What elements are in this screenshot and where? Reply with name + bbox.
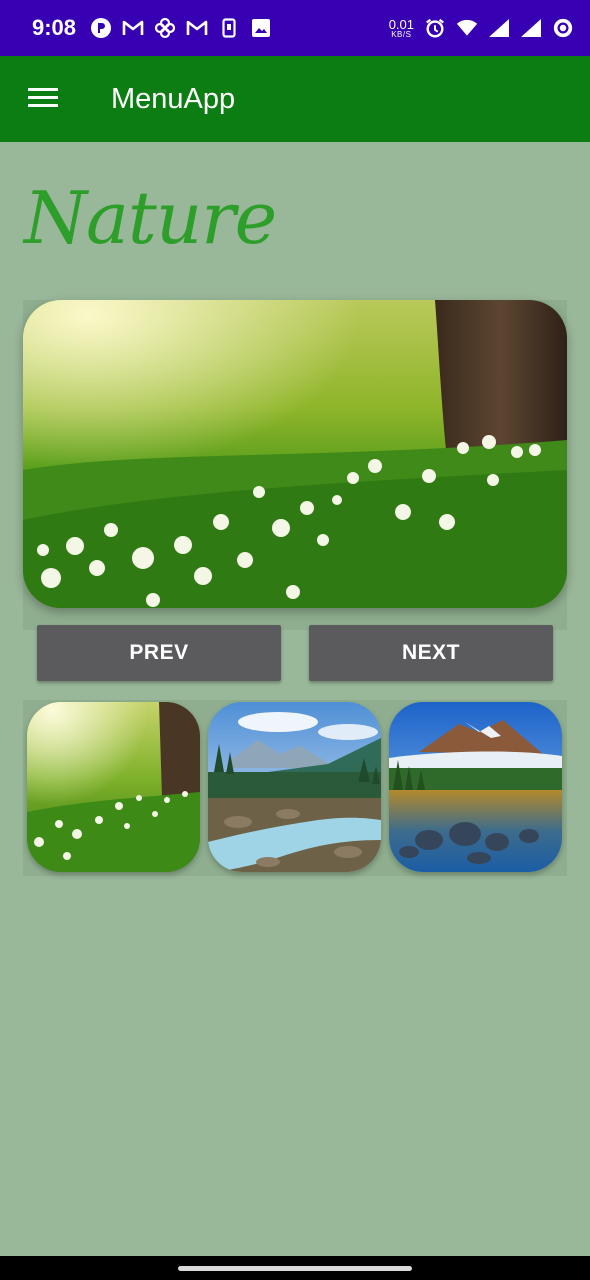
thumbnail-strip xyxy=(23,700,567,876)
status-time: 9:08 xyxy=(32,15,77,40)
gmail-icon xyxy=(122,17,144,39)
image-icon xyxy=(250,17,272,39)
prev-button[interactable]: PREV xyxy=(37,625,281,681)
network-speed: 0.01 KB/S xyxy=(389,18,414,39)
alarm-icon xyxy=(424,17,446,39)
page-heading: Nature xyxy=(24,176,277,260)
main-image-container xyxy=(23,300,567,630)
signal-icon xyxy=(520,17,542,39)
thumbnail-mountain-river[interactable] xyxy=(208,702,381,872)
menu-button[interactable] xyxy=(0,56,86,142)
phone-icon xyxy=(218,17,240,39)
app-title: MenuApp xyxy=(111,82,236,115)
main-image xyxy=(23,300,567,608)
ring-icon xyxy=(552,17,574,39)
net-speed-unit: KB/S xyxy=(391,29,412,39)
next-button[interactable]: NEXT xyxy=(309,625,553,681)
wifi-icon: x xyxy=(456,17,478,39)
app-r-icon xyxy=(90,17,112,39)
app-bar: MenuApp xyxy=(0,56,590,142)
net-speed-value: 0.01 xyxy=(388,16,414,32)
gmail-icon xyxy=(186,17,208,39)
thumbnail-meadow[interactable] xyxy=(27,702,200,872)
system-icons: 0.01 KB/S x xyxy=(389,17,574,39)
signal-icon xyxy=(488,17,510,39)
hamburger-icon xyxy=(28,86,58,113)
thumbnail-mountain-lake[interactable] xyxy=(389,702,562,872)
notification-icons xyxy=(90,17,272,39)
status-bar: 9:08 0.01 KB/S x xyxy=(0,0,590,56)
gesture-bar xyxy=(0,1256,590,1280)
home-indicator[interactable] xyxy=(178,1265,412,1271)
pinwheel-icon xyxy=(154,17,176,39)
